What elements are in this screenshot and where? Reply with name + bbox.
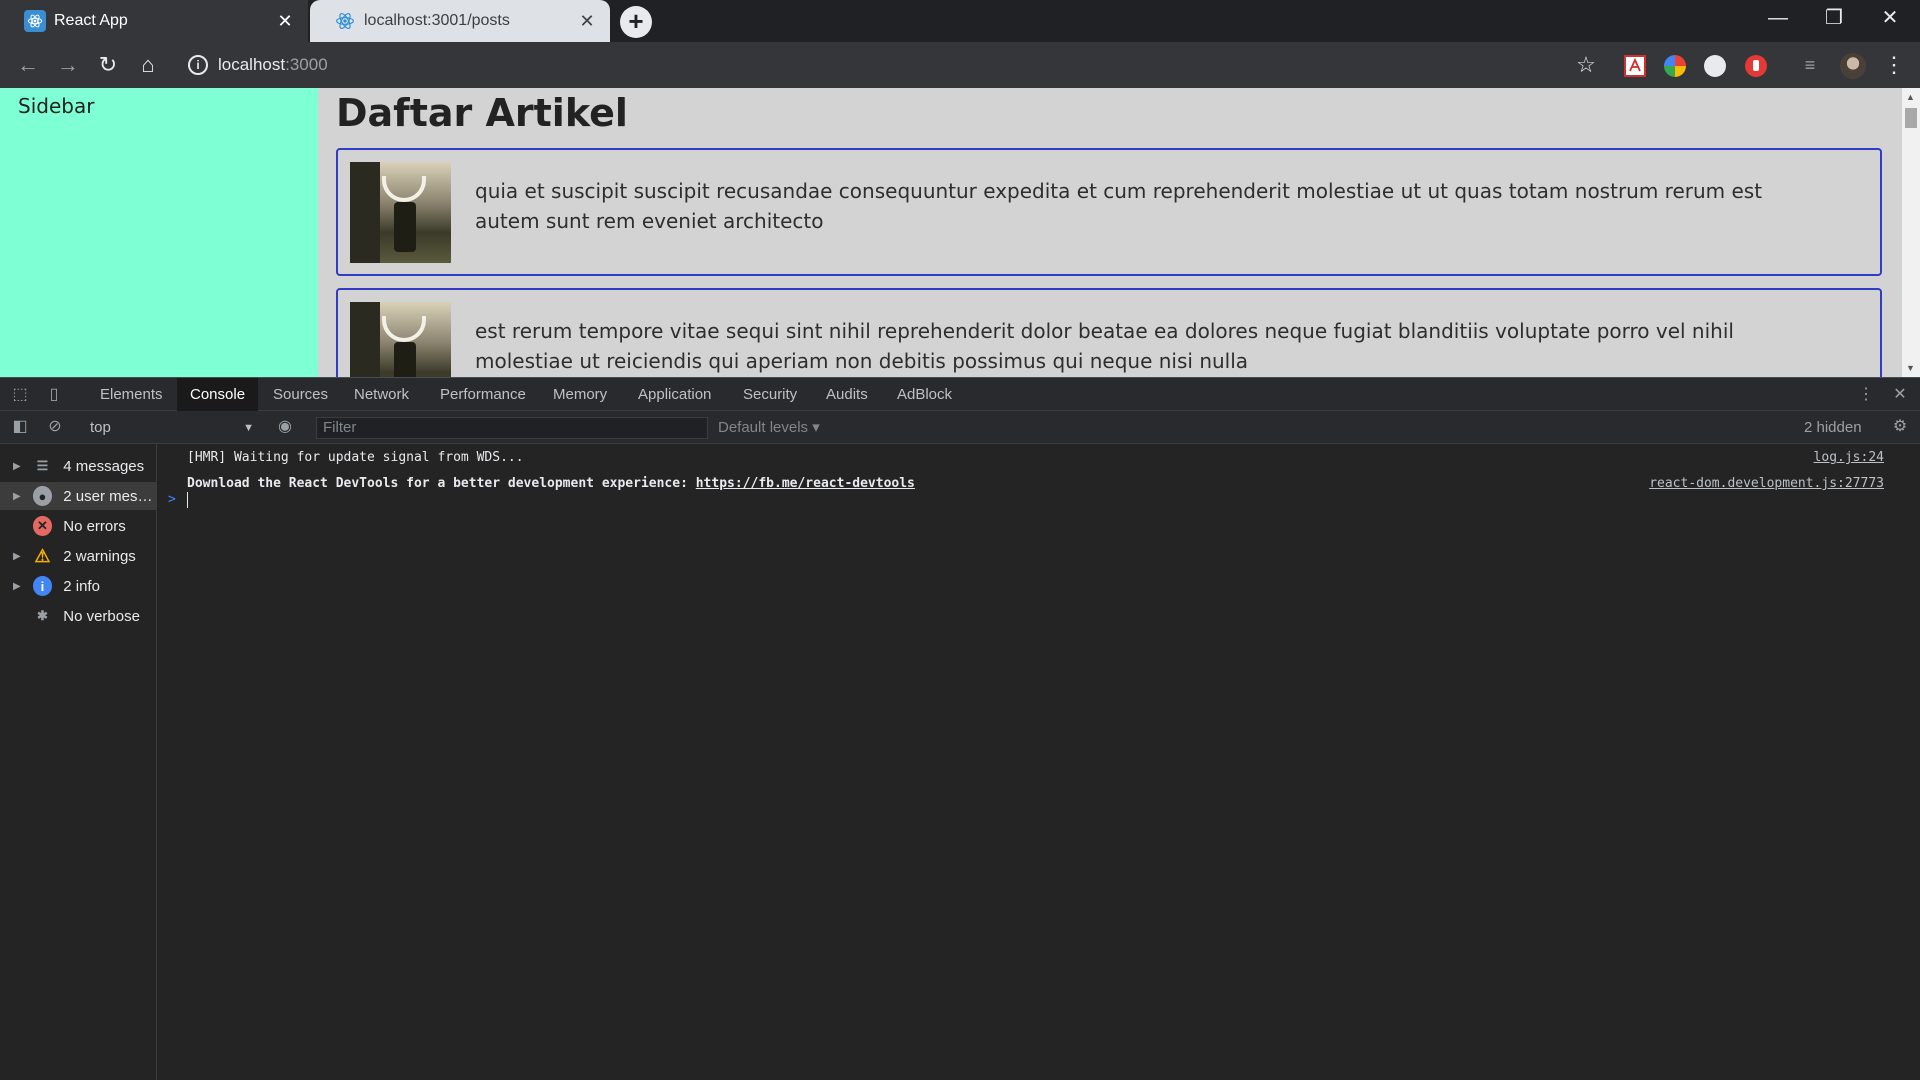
browser-toolbar: ← → ↻ ⌂ i localhost :3000 ☆ ≡ ⋮ bbox=[0, 42, 1920, 88]
context-selector[interactable]: top ▼ bbox=[82, 417, 254, 439]
expand-arrow-icon: ▶ bbox=[13, 580, 21, 592]
context-value: top bbox=[90, 419, 111, 436]
user-icon: ● bbox=[32, 486, 53, 506]
sidebar-toggle-icon[interactable]: ◧ bbox=[10, 417, 30, 437]
tab-title: React App bbox=[54, 12, 128, 29]
sidebar-item-warnings[interactable]: ▶ ⚠ 2 warnings bbox=[0, 542, 157, 570]
expand-arrow-icon: ▶ bbox=[13, 490, 21, 502]
adblock-extension-icon[interactable] bbox=[1745, 55, 1767, 77]
tab-adblock[interactable]: AdBlock bbox=[884, 378, 965, 411]
react-favicon-icon bbox=[24, 10, 46, 32]
url-host: localhost bbox=[218, 55, 286, 74]
warning-icon: ⚠ bbox=[34, 545, 51, 566]
console-settings-gear-icon[interactable]: ⚙ bbox=[1890, 417, 1910, 437]
console-prompt-icon: > bbox=[168, 492, 176, 507]
window-close-button[interactable]: ✕ bbox=[1862, 0, 1918, 36]
devtools-menu-icon[interactable]: ⋮ bbox=[1856, 385, 1876, 405]
devtools-close-icon[interactable]: ✕ bbox=[1890, 385, 1910, 405]
expand-arrow-icon: ▶ bbox=[13, 460, 21, 472]
expand-arrow-icon: ▶ bbox=[13, 550, 21, 562]
page-viewport: Sidebar Daftar Artikel quia et suscipit … bbox=[0, 88, 1920, 377]
sidebar-title: Sidebar bbox=[18, 94, 95, 118]
console-toolbar: ◧ ⊘ top ▼ ◉ Filter Default levels ▾ 2 hi… bbox=[0, 411, 1920, 444]
tab-security[interactable]: Security bbox=[730, 378, 810, 411]
sidebar-item-info[interactable]: ▶ i 2 info bbox=[0, 572, 157, 600]
main-content: Daftar Artikel quia et suscipit suscipit… bbox=[318, 88, 1902, 377]
tab-localhost-posts[interactable]: localhost:3001/posts ✕ bbox=[310, 0, 610, 42]
tab-console[interactable]: Console bbox=[177, 378, 259, 411]
sidebar-item-errors[interactable]: ▶ ✕ No errors bbox=[0, 512, 157, 540]
console-input-cursor[interactable] bbox=[187, 492, 188, 508]
restore-button[interactable]: ❐ bbox=[1806, 0, 1862, 36]
article-text: quia et suscipit suscipit recusandae con… bbox=[475, 179, 1763, 233]
console-output[interactable]: [HMR] Waiting for update signal from WDS… bbox=[158, 444, 1920, 1080]
info-icon: i bbox=[32, 576, 53, 596]
avatar[interactable] bbox=[1840, 53, 1866, 79]
message-source-link[interactable]: react-dom.development.js:27773 bbox=[1649, 476, 1884, 491]
scroll-up-icon[interactable]: ▲ bbox=[1906, 92, 1915, 102]
devtools-tab-bar: ⬚ ▯ Elements Console Sources Network Per… bbox=[0, 377, 1920, 411]
scroll-down-icon[interactable]: ▼ bbox=[1906, 363, 1915, 373]
page-title: Daftar Artikel bbox=[336, 91, 628, 135]
console-message: Download the React DevTools for a better… bbox=[187, 476, 915, 491]
tab-title: localhost:3001/posts bbox=[364, 12, 510, 29]
react-favicon-icon bbox=[334, 10, 356, 32]
page-scrollbar[interactable]: ▲ ▼ bbox=[1902, 88, 1920, 377]
sidebar-item-messages[interactable]: ▶ ☰ 4 messages bbox=[0, 452, 157, 480]
address-bar[interactable]: i localhost :3000 bbox=[176, 48, 1556, 82]
list-icon: ☰ bbox=[36, 458, 49, 473]
url-port: :3000 bbox=[285, 55, 328, 74]
new-tab-button[interactable]: + bbox=[620, 6, 652, 38]
sidebar-item-user-messages[interactable]: ▶ ● 2 user mess... bbox=[0, 482, 157, 510]
minimize-button[interactable]: — bbox=[1750, 0, 1806, 36]
tab-application[interactable]: Application bbox=[625, 378, 724, 411]
console-message: [HMR] Waiting for update signal from WDS… bbox=[187, 450, 524, 465]
article-card[interactable]: quia et suscipit suscipit recusandae con… bbox=[336, 148, 1882, 276]
hidden-count: 2 hidden bbox=[1804, 419, 1862, 436]
tab-network[interactable]: Network bbox=[341, 378, 422, 411]
browser-tab-strip: React App ✕ localhost:3001/posts ✕ + — ❐… bbox=[0, 0, 1920, 42]
live-expression-eye-icon[interactable]: ◉ bbox=[275, 417, 295, 437]
message-source-link[interactable]: log.js:24 bbox=[1814, 450, 1884, 465]
pdf-extension-icon[interactable] bbox=[1624, 55, 1646, 77]
tab-react-app[interactable]: React App ✕ bbox=[0, 0, 308, 42]
chevron-down-icon: ▼ bbox=[243, 422, 254, 434]
tab-elements[interactable]: Elements bbox=[87, 378, 176, 411]
tab-memory[interactable]: Memory bbox=[540, 378, 620, 411]
filter-input[interactable]: Filter bbox=[316, 417, 708, 439]
color-extension-icon[interactable] bbox=[1664, 55, 1686, 77]
device-toolbar-icon[interactable]: ▯ bbox=[44, 385, 64, 405]
back-button[interactable]: ← bbox=[14, 52, 42, 80]
react-devtools-link[interactable]: https://fb.me/react-devtools bbox=[696, 476, 915, 491]
log-levels-dropdown[interactable]: Default levels ▾ bbox=[718, 417, 820, 439]
forward-button[interactable]: → bbox=[54, 52, 82, 80]
article-thumbnail bbox=[350, 302, 451, 377]
bookmark-star-icon[interactable]: ☆ bbox=[1572, 52, 1600, 80]
devtools-panel: ⬚ ▯ Elements Console Sources Network Per… bbox=[0, 377, 1920, 1080]
error-icon: ✕ bbox=[32, 516, 53, 536]
browser-menu-icon[interactable]: ⋮ bbox=[1880, 52, 1908, 80]
home-button[interactable]: ⌂ bbox=[134, 52, 162, 80]
sidebar: Sidebar bbox=[0, 88, 318, 377]
globe-extension-icon[interactable] bbox=[1704, 55, 1726, 77]
tab-performance[interactable]: Performance bbox=[427, 378, 539, 411]
article-card[interactable]: est rerum tempore vitae sequi sint nihil… bbox=[336, 288, 1882, 377]
tab-close-icon[interactable]: ✕ bbox=[276, 11, 294, 32]
article-thumbnail bbox=[350, 162, 451, 263]
scrollbar-thumb[interactable] bbox=[1905, 108, 1917, 128]
tab-audits[interactable]: Audits bbox=[813, 378, 881, 411]
clear-console-icon[interactable]: ⊘ bbox=[45, 417, 65, 437]
reload-button[interactable]: ↻ bbox=[94, 52, 122, 80]
bug-icon: ✱ bbox=[37, 608, 48, 623]
console-sidebar: ▶ ☰ 4 messages ▶ ● 2 user mess... ▶ ✕ No… bbox=[0, 444, 157, 1080]
tab-sources[interactable]: Sources bbox=[260, 378, 341, 411]
reading-list-icon[interactable]: ≡ bbox=[1796, 52, 1824, 80]
sidebar-item-verbose[interactable]: ▶ ✱ No verbose bbox=[0, 602, 157, 630]
site-info-icon[interactable]: i bbox=[188, 55, 208, 75]
inspect-element-icon[interactable]: ⬚ bbox=[10, 385, 30, 405]
article-text: est rerum tempore vitae sequi sint nihil… bbox=[475, 319, 1734, 373]
tab-close-icon[interactable]: ✕ bbox=[578, 11, 596, 32]
